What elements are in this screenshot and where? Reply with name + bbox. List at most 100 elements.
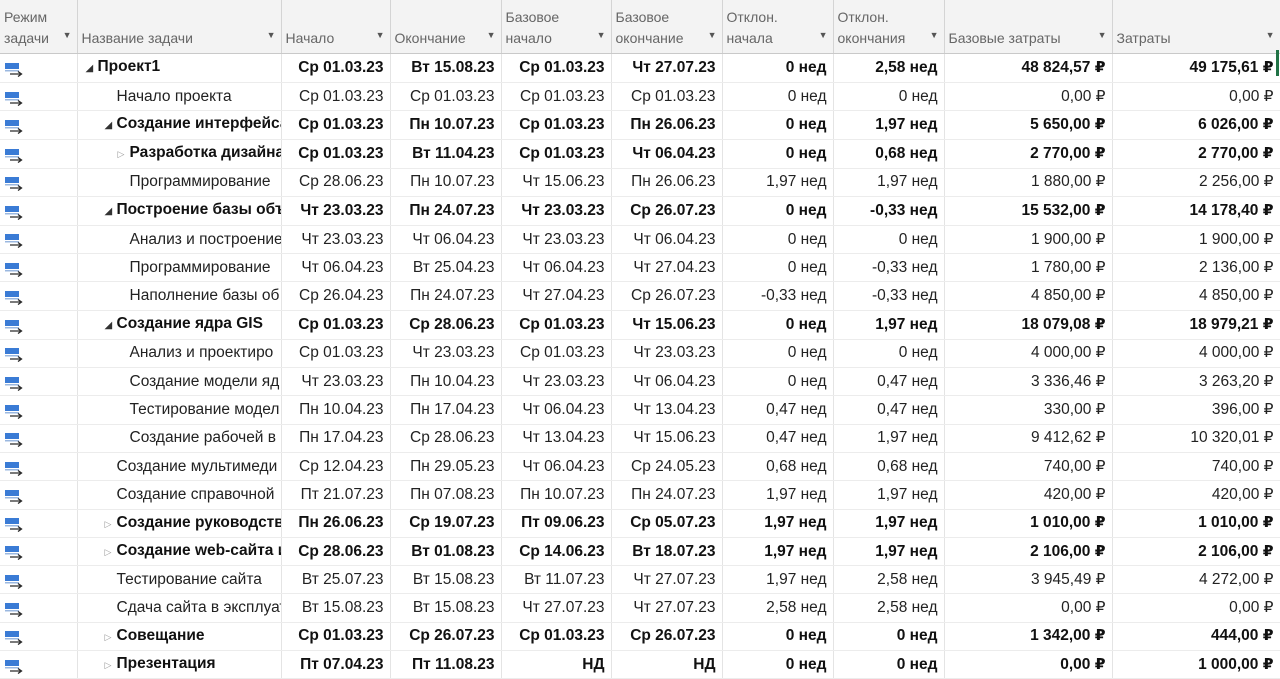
task-name-cell[interactable]: ◢ Создание интерфейса — [77, 110, 282, 141]
start-variance-cell[interactable]: 0 нед — [722, 53, 834, 83]
baseline-start-cell[interactable]: НД — [501, 650, 612, 679]
start-cell[interactable]: Пт 21.07.23 — [281, 480, 391, 510]
column-header-finish[interactable]: Окончание ▼ — [390, 0, 502, 54]
finish-cell[interactable]: Вт 25.04.23 — [390, 253, 502, 283]
baseline-finish-cell[interactable]: Ср 24.05.23 — [611, 452, 723, 482]
finish-variance-cell[interactable]: 1,97 нед — [833, 424, 945, 453]
baseline-cost-cell[interactable]: 5 650,00 ₽ — [944, 110, 1113, 141]
triangle-down-icon[interactable]: ◢ — [105, 113, 117, 139]
dropdown-arrow-icon[interactable]: ▼ — [267, 25, 276, 46]
baseline-finish-cell[interactable]: Чт 27.07.23 — [611, 565, 723, 595]
baseline-finish-cell[interactable]: Ср 26.07.23 — [611, 196, 723, 226]
task-name-cell[interactable]: ▷ Презентация — [77, 650, 282, 679]
finish-variance-cell[interactable]: 0,47 нед — [833, 395, 945, 425]
start-cell[interactable]: Ср 28.06.23 — [281, 537, 391, 567]
finish-variance-cell[interactable]: 0 нед — [833, 339, 945, 369]
task-row[interactable]: ◢ Создание интерфейса Ср 01.03.23 Пн 10.07.… — [0, 110, 1280, 141]
baseline-cost-cell[interactable]: 420,00 ₽ — [944, 480, 1113, 510]
start-cell[interactable]: Пн 10.04.23 — [281, 395, 391, 425]
cost-cell[interactable]: 4 000,00 ₽ — [1112, 339, 1280, 369]
task-mode-cell[interactable] — [0, 339, 78, 369]
triangle-down-icon[interactable]: ◢ — [105, 313, 117, 339]
task-mode-cell[interactable] — [0, 593, 78, 623]
baseline-start-cell[interactable]: Ср 01.03.23 — [501, 110, 612, 141]
task-row[interactable]: Программирование Чт 06.04.23 Вт 25.04.23 Чт… — [0, 253, 1280, 283]
baseline-start-cell[interactable]: Чт 23.03.23 — [501, 367, 612, 397]
baseline-cost-cell[interactable]: 0,00 ₽ — [944, 593, 1113, 623]
task-mode-cell[interactable] — [0, 480, 78, 510]
baseline-cost-cell[interactable]: 2 770,00 ₽ — [944, 139, 1113, 169]
triangle-right-icon[interactable]: ▷ — [105, 624, 117, 650]
start-variance-cell[interactable]: 1,97 нед — [722, 480, 834, 510]
finish-cell[interactable]: Пн 24.07.23 — [390, 196, 502, 226]
finish-variance-cell[interactable]: 1,97 нед — [833, 537, 945, 567]
start-cell[interactable]: Ср 12.04.23 — [281, 452, 391, 482]
baseline-finish-cell[interactable]: Ср 05.07.23 — [611, 509, 723, 538]
baseline-finish-cell[interactable]: Ср 26.07.23 — [611, 281, 723, 311]
triangle-right-icon[interactable]: ▷ — [105, 511, 117, 537]
cost-cell[interactable]: 1 900,00 ₽ — [1112, 225, 1280, 255]
dropdown-arrow-icon[interactable]: ▼ — [487, 25, 496, 46]
finish-cell[interactable]: Пн 07.08.23 — [390, 480, 502, 510]
task-mode-cell[interactable] — [0, 82, 78, 112]
dropdown-arrow-icon[interactable]: ▼ — [930, 25, 939, 46]
task-mode-cell[interactable] — [0, 509, 78, 538]
triangle-down-icon[interactable]: ◢ — [86, 56, 98, 82]
task-name-cell[interactable]: Программирование — [77, 168, 282, 197]
column-header-start[interactable]: Начало ▼ — [281, 0, 391, 54]
finish-cell[interactable]: Вт 01.08.23 — [390, 537, 502, 567]
cost-cell[interactable]: 396,00 ₽ — [1112, 395, 1280, 425]
task-mode-cell[interactable] — [0, 310, 78, 340]
start-cell[interactable]: Чт 06.04.23 — [281, 253, 391, 283]
start-cell[interactable]: Ср 01.03.23 — [281, 339, 391, 369]
task-row[interactable]: Программирование Ср 28.06.23 Пн 10.07.23 Чт… — [0, 168, 1280, 197]
cost-cell[interactable]: 6 026,00 ₽ — [1112, 110, 1280, 141]
baseline-finish-cell[interactable]: Чт 27.07.23 — [611, 593, 723, 623]
start-variance-cell[interactable]: 0 нед — [722, 139, 834, 169]
baseline-finish-cell[interactable]: Ср 26.07.23 — [611, 622, 723, 652]
start-cell[interactable]: Ср 01.03.23 — [281, 110, 391, 141]
baseline-finish-cell[interactable]: Чт 06.04.23 — [611, 225, 723, 255]
start-variance-cell[interactable]: 1,97 нед — [722, 565, 834, 595]
task-name-cell[interactable]: Тестирование модел — [77, 395, 282, 425]
baseline-cost-cell[interactable]: 4 000,00 ₽ — [944, 339, 1113, 369]
finish-variance-cell[interactable]: 2,58 нед — [833, 565, 945, 595]
baseline-start-cell[interactable]: Ср 01.03.23 — [501, 53, 612, 83]
start-cell[interactable]: Ср 01.03.23 — [281, 139, 391, 169]
baseline-start-cell[interactable]: Чт 06.04.23 — [501, 253, 612, 283]
baseline-start-cell[interactable]: Чт 27.04.23 — [501, 281, 612, 311]
cost-cell[interactable]: 10 320,01 ₽ — [1112, 424, 1280, 453]
cost-cell[interactable]: 420,00 ₽ — [1112, 480, 1280, 510]
task-name-cell[interactable]: Тестирование сайта — [77, 565, 282, 595]
baseline-start-cell[interactable]: Ср 01.03.23 — [501, 82, 612, 112]
baseline-cost-cell[interactable]: 48 824,57 ₽ — [944, 53, 1113, 83]
task-mode-cell[interactable] — [0, 281, 78, 311]
start-cell[interactable]: Вт 25.07.23 — [281, 565, 391, 595]
start-variance-cell[interactable]: 0 нед — [722, 82, 834, 112]
task-mode-cell[interactable] — [0, 650, 78, 679]
start-cell[interactable]: Ср 01.03.23 — [281, 310, 391, 340]
baseline-start-cell[interactable]: Чт 23.03.23 — [501, 225, 612, 255]
task-mode-cell[interactable] — [0, 110, 78, 141]
baseline-cost-cell[interactable]: 4 850,00 ₽ — [944, 281, 1113, 311]
task-mode-cell[interactable] — [0, 168, 78, 197]
finish-variance-cell[interactable]: 0,68 нед — [833, 139, 945, 169]
task-name-cell[interactable]: Создание рабочей в — [77, 424, 282, 453]
finish-cell[interactable]: Пн 10.04.23 — [390, 367, 502, 397]
start-cell[interactable]: Вт 15.08.23 — [281, 593, 391, 623]
task-row[interactable]: Сдача сайта в эксплуат Вт 15.08.23 Вт 15.0… — [0, 593, 1280, 623]
baseline-start-cell[interactable]: Ср 01.03.23 — [501, 310, 612, 340]
start-cell[interactable]: Ср 26.04.23 — [281, 281, 391, 311]
task-row[interactable]: Тестирование модел Пн 10.04.23 Пн 17.04.23… — [0, 395, 1280, 425]
start-cell[interactable]: Пн 26.06.23 — [281, 509, 391, 538]
task-mode-cell[interactable] — [0, 253, 78, 283]
task-mode-cell[interactable] — [0, 424, 78, 453]
start-variance-cell[interactable]: 0 нед — [722, 650, 834, 679]
baseline-finish-cell[interactable]: Вт 18.07.23 — [611, 537, 723, 567]
baseline-finish-cell[interactable]: Чт 06.04.23 — [611, 367, 723, 397]
finish-cell[interactable]: Пн 10.07.23 — [390, 168, 502, 197]
task-name-cell[interactable]: Анализ и проектиро — [77, 339, 282, 369]
baseline-finish-cell[interactable]: Чт 23.03.23 — [611, 339, 723, 369]
baseline-cost-cell[interactable]: 0,00 ₽ — [944, 650, 1113, 679]
finish-cell[interactable]: Пн 10.07.23 — [390, 110, 502, 141]
